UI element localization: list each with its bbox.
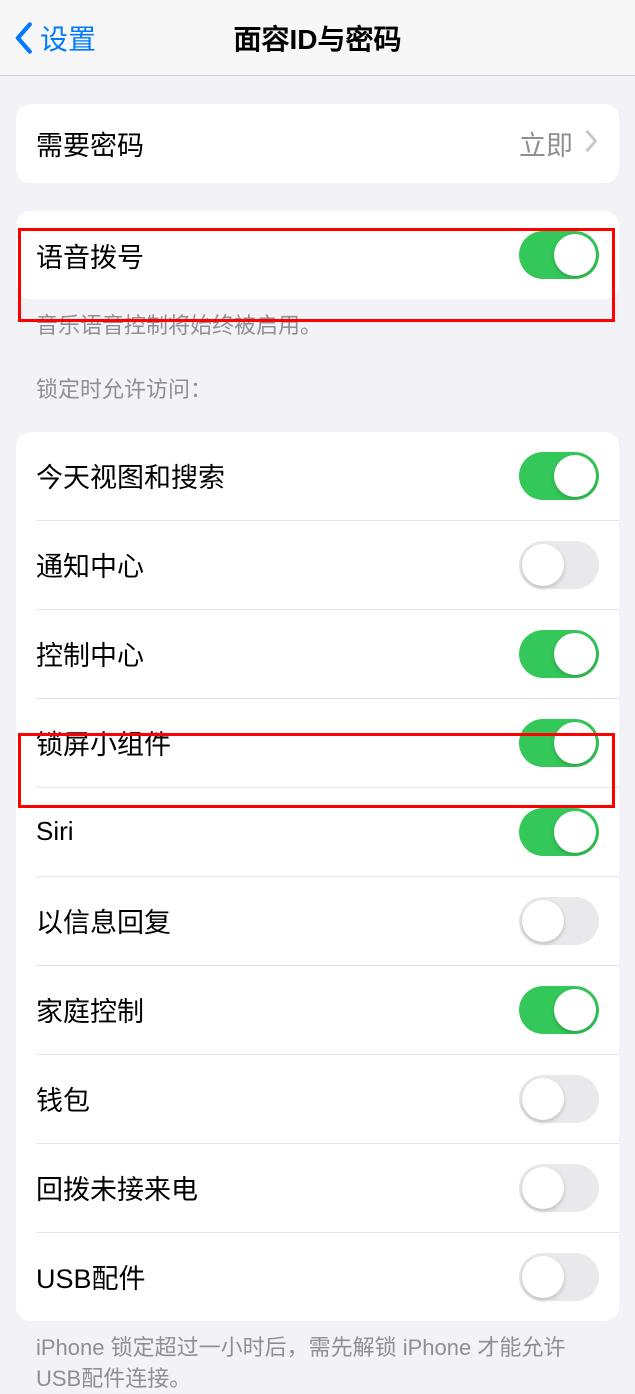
- lock-access-item-toggle[interactable]: [519, 897, 599, 945]
- lock-access-item-toggle[interactable]: [519, 719, 599, 767]
- lock-access-item-toggle[interactable]: [519, 986, 599, 1034]
- lock-access-item-label: 锁屏小组件: [36, 723, 171, 762]
- voice-dial-label: 语音拨号: [36, 236, 144, 275]
- voice-dial-footer: 音乐语音控制将始终被启用。: [16, 299, 619, 342]
- lock-access-item-toggle[interactable]: [519, 1253, 599, 1301]
- chevron-left-icon: [12, 21, 34, 55]
- lock-access-item-label: 钱包: [36, 1079, 90, 1118]
- voice-dial-toggle[interactable]: [519, 231, 599, 279]
- usb-footer: iPhone 锁定超过一小时后，需先解锁 iPhone 才能允许USB配件连接。: [16, 1321, 619, 1394]
- row-lock-access-item: 通知中心: [36, 520, 619, 609]
- group-voice-dial: 语音拨号: [16, 211, 619, 299]
- lock-access-item-label: Siri: [36, 816, 74, 847]
- row-lock-access-item: 锁屏小组件: [36, 698, 619, 787]
- group-lock-access: 今天视图和搜索通知中心控制中心锁屏小组件 Siri 以信息回复家庭控制钱包回拨未接来…: [16, 432, 619, 1321]
- row-lock-access-item: 钱包: [36, 1054, 619, 1143]
- lock-access-item-label: 回拨未接来电: [36, 1168, 198, 1207]
- row-lock-access-item: 回拨未接来电: [36, 1143, 619, 1232]
- lock-access-item-toggle[interactable]: [519, 1075, 599, 1123]
- lock-access-item-toggle[interactable]: [519, 452, 599, 500]
- section-header-lock-access: 锁定时允许访问：: [16, 342, 619, 414]
- row-lock-access-item: Siri: [36, 787, 619, 876]
- lock-access-item-toggle[interactable]: [519, 808, 599, 856]
- lock-access-item-label: 家庭控制: [36, 990, 144, 1029]
- row-lock-access-item: 家庭控制: [36, 965, 619, 1054]
- require-passcode-value: 立即: [519, 124, 573, 163]
- lock-access-item-label: USB配件: [36, 1257, 146, 1296]
- lock-access-item-toggle[interactable]: [519, 541, 599, 589]
- lock-access-item-toggle[interactable]: [519, 1164, 599, 1212]
- require-passcode-label: 需要密码: [36, 124, 144, 163]
- row-require-passcode[interactable]: 需要密码 立即: [16, 104, 619, 183]
- row-lock-access-item: USB配件: [36, 1232, 619, 1321]
- navbar: 设置 面容ID与密码: [0, 0, 635, 76]
- lock-access-item-label: 以信息回复: [36, 901, 171, 940]
- row-lock-access-item: 以信息回复: [36, 876, 619, 965]
- lock-access-item-label: 控制中心: [36, 634, 144, 673]
- row-lock-access-item: 今天视图和搜索: [16, 432, 619, 520]
- lock-access-item-label: 今天视图和搜索: [36, 456, 225, 495]
- page-title: 面容ID与密码: [233, 18, 401, 58]
- row-lock-access-item: 控制中心: [36, 609, 619, 698]
- chevron-right-icon: [585, 129, 599, 158]
- lock-access-item-label: 通知中心: [36, 545, 144, 584]
- group-require-passcode: 需要密码 立即: [16, 104, 619, 183]
- lock-access-item-toggle[interactable]: [519, 630, 599, 678]
- back-label: 设置: [40, 18, 96, 58]
- row-voice-dial: 语音拨号: [16, 211, 619, 299]
- back-button[interactable]: 设置: [0, 18, 96, 58]
